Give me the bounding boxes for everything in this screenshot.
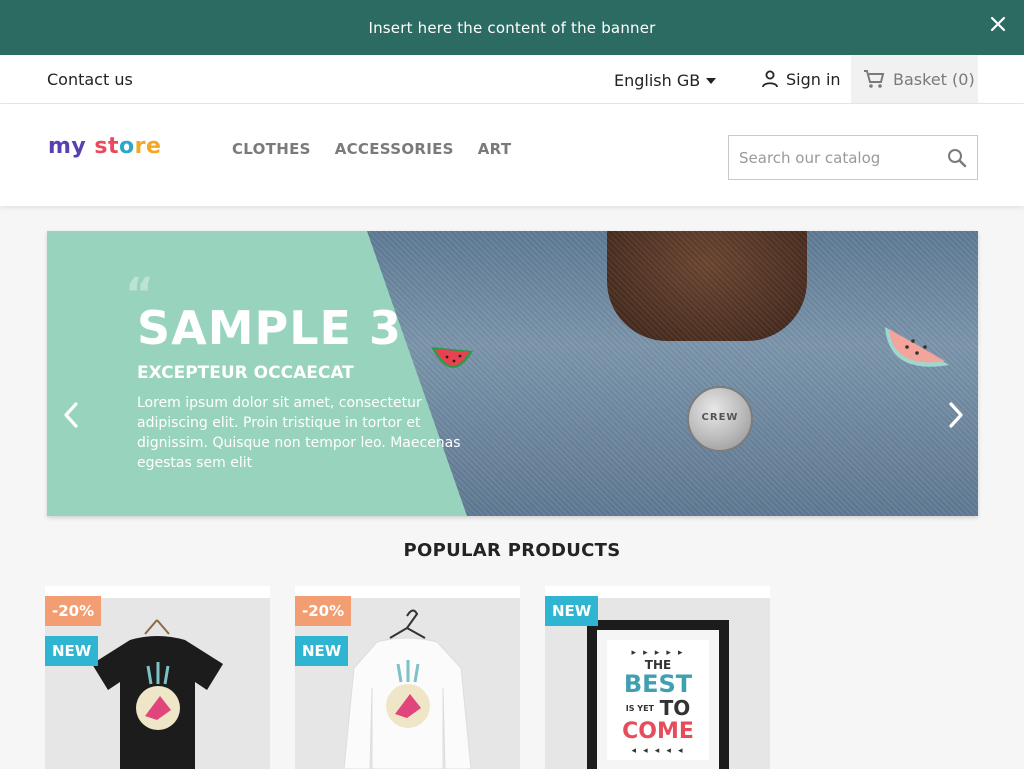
pin-text: CREW xyxy=(701,412,739,423)
discount-badge: -20% xyxy=(295,596,352,626)
slide-title: SAMPLE 3 xyxy=(137,301,402,355)
chevron-right-icon xyxy=(949,402,963,428)
poster-arrows-top: ▸ ▸ ▸ ▸ ▸ xyxy=(631,648,685,658)
poster-mat: ▸ ▸ ▸ ▸ ▸ THE BEST IS YET TO COME ◂ ◂ ◂ … xyxy=(597,630,719,769)
basket-button[interactable]: Basket (0) xyxy=(851,55,978,103)
crew-button-icon: CREW xyxy=(687,386,753,452)
poster-frame: ▸ ▸ ▸ ▸ ▸ THE BEST IS YET TO COME ◂ ◂ ◂ … xyxy=(587,620,729,769)
close-icon[interactable] xyxy=(984,10,1012,38)
search-box xyxy=(728,135,978,180)
caret-down-icon xyxy=(706,78,717,84)
slide-description: Lorem ipsum dolor sit amet, consectetur … xyxy=(137,395,461,471)
banner-text: Insert here the content of the banner xyxy=(368,18,656,37)
poster-best: BEST xyxy=(623,670,693,698)
product-card[interactable]: -20% NEW xyxy=(295,586,520,769)
poster-to: TO xyxy=(659,696,691,720)
popular-products-title: POPULAR PRODUCTS xyxy=(403,540,621,561)
poster-is-yet: IS YET xyxy=(625,703,654,713)
carousel-prev-button[interactable] xyxy=(59,397,83,433)
chevron-left-icon xyxy=(64,402,78,428)
basket-label: Basket (0) xyxy=(893,69,975,89)
poster-line: IS YET TO xyxy=(607,696,709,720)
sign-in-link[interactable]: Sign in xyxy=(760,69,841,89)
search-icon[interactable] xyxy=(947,148,967,172)
new-badge: NEW xyxy=(45,636,99,666)
logo-part: re xyxy=(134,134,162,159)
new-badge: NEW xyxy=(295,636,349,666)
discount-badge: -20% xyxy=(45,596,102,626)
sign-in-label: Sign in xyxy=(786,69,841,89)
menu-item-art[interactable]: ART xyxy=(478,140,512,158)
menu-item-clothes[interactable]: CLOTHES xyxy=(232,140,311,158)
store-logo[interactable]: my store xyxy=(48,134,161,159)
menu-item-accessories[interactable]: ACCESSORIES xyxy=(335,140,454,158)
top-banner: Insert here the content of the banner xyxy=(0,0,1024,55)
top-navbar: Contact us English GB Sign in Basket (0) xyxy=(0,55,1024,104)
cart-icon xyxy=(864,70,885,88)
language-label: English GB xyxy=(614,71,701,90)
watermelon-pin-large-icon xyxy=(885,327,949,367)
carousel-next-button[interactable] xyxy=(944,397,968,433)
language-selector[interactable]: English GB xyxy=(614,71,717,90)
contact-us-link[interactable]: Contact us xyxy=(47,70,133,89)
main-menu: CLOTHES ACCESSORIES ART xyxy=(232,140,511,158)
new-badge: NEW xyxy=(545,596,599,626)
product-card[interactable]: -20% NEW xyxy=(45,586,270,769)
hero-carousel: CREW “ SAMPLE 3 EXCEPTEUR OCCAECAT Lorem… xyxy=(47,231,978,516)
product-card[interactable]: ▸ ▸ ▸ ▸ ▸ THE BEST IS YET TO COME ◂ ◂ ◂ … xyxy=(545,586,770,769)
slide-subtitle: EXCEPTEUR OCCAECAT xyxy=(137,363,354,383)
poster-come: COME xyxy=(622,719,694,744)
logo-part: my xyxy=(48,134,87,159)
logo-part: st xyxy=(86,134,120,159)
watermelon-pin-icon xyxy=(431,347,473,369)
logo-part: o xyxy=(119,134,135,159)
poster-art: ▸ ▸ ▸ ▸ ▸ THE BEST IS YET TO COME ◂ ◂ ◂ … xyxy=(607,640,709,760)
search-input[interactable] xyxy=(739,148,939,167)
poster-arrows-bottom: ◂ ◂ ◂ ◂ ◂ xyxy=(631,746,685,756)
site-header: my store CLOTHES ACCESSORIES ART xyxy=(0,104,1024,206)
user-icon xyxy=(762,70,778,88)
